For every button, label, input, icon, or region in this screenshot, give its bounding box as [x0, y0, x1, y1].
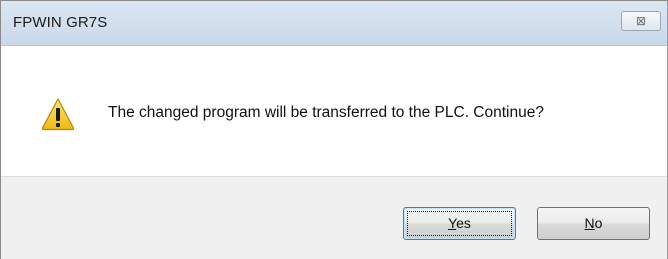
button-bar: Yes No [1, 176, 667, 259]
warning-icon [41, 98, 75, 131]
yes-mnemonic: Y [448, 215, 457, 231]
no-mnemonic: N [584, 215, 595, 231]
no-button[interactable]: No [537, 207, 650, 240]
yes-button[interactable]: Yes [403, 207, 516, 240]
yes-label-rest: es [456, 215, 471, 231]
close-button[interactable]: ⊠ [621, 11, 661, 31]
close-icon: ⊠ [635, 14, 647, 28]
dialog-message: The changed program will be transferred … [108, 104, 544, 121]
yes-button-label: Yes [448, 215, 471, 231]
no-button-label: No [585, 215, 603, 231]
dialog-content: The changed program will be transferred … [1, 46, 667, 176]
window-title: FPWIN GR7S [13, 14, 108, 31]
title-bar[interactable]: FPWIN GR7S ⊠ [1, 1, 667, 46]
no-label-rest: o [594, 215, 603, 231]
message-dialog: FPWIN GR7S ⊠ The changed program will be… [0, 0, 668, 259]
